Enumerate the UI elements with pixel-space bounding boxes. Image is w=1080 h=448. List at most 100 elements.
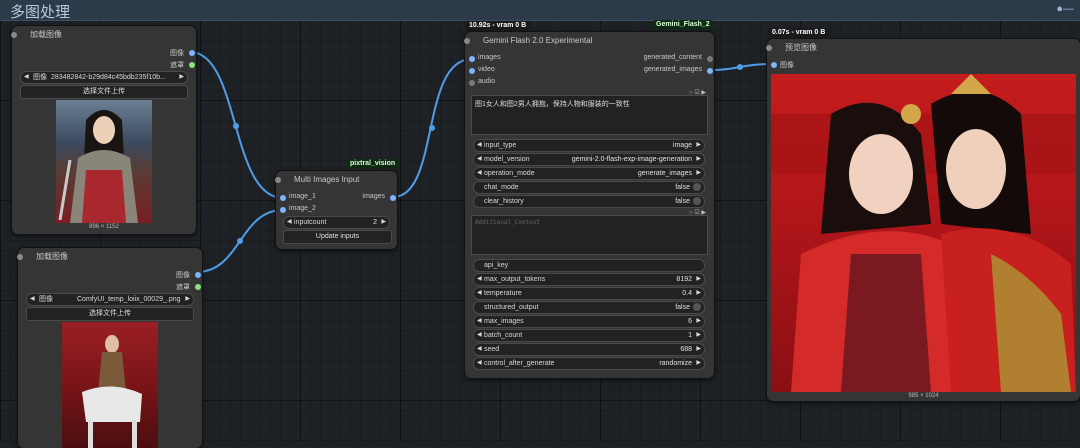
inputcount-widget[interactable]: ◀ inputcount 2 ▶ bbox=[283, 216, 390, 229]
output-mask-pin[interactable] bbox=[189, 62, 195, 68]
api-key-field[interactable]: api_key bbox=[473, 259, 705, 272]
image-combo-value: 283482842-b29d84c45bdb235f10b... bbox=[51, 74, 166, 81]
collapse-dot-icon[interactable] bbox=[11, 32, 17, 38]
generated-image-preview bbox=[771, 74, 1076, 392]
widget-value: generate_images bbox=[637, 170, 692, 177]
upload-button[interactable]: 选择文件上传 bbox=[20, 85, 188, 99]
arrow-left-icon[interactable]: ◀ bbox=[477, 168, 482, 179]
node-header[interactable]: 加载图像 bbox=[17, 248, 202, 266]
preview-image-node[interactable]: 预览图像 图像 985 × 1024 bbox=[766, 39, 1080, 401]
widget-value: false bbox=[675, 184, 690, 191]
arrow-left-icon[interactable]: ◀ bbox=[24, 72, 29, 83]
image-select-combo[interactable]: ◀ 图像 ComfyUI_temp_loiix_00029_.png ▶ bbox=[26, 293, 194, 306]
input-type-combo[interactable]: ◀ input_type image ▶ bbox=[473, 139, 705, 152]
input-audio-pin[interactable] bbox=[469, 80, 475, 86]
widget-value: randomize bbox=[659, 360, 692, 367]
arrow-left-icon[interactable]: ◀ bbox=[477, 358, 482, 369]
control-after-generate-combo[interactable]: ◀ control_after_generate randomize ▶ bbox=[473, 357, 705, 370]
arrow-left-icon[interactable]: ◀ bbox=[30, 294, 35, 305]
arrow-left-icon[interactable]: ◀ bbox=[477, 316, 482, 327]
widget-label: clear_history bbox=[484, 198, 524, 205]
loaded-image-preview bbox=[56, 100, 152, 223]
chat-mode-toggle[interactable]: chat_mode false bbox=[473, 181, 705, 194]
widget-value: gemini-2.0-flash-exp-image-generation bbox=[571, 156, 692, 163]
loaded-image-preview bbox=[62, 322, 158, 448]
toggle-knob[interactable] bbox=[693, 183, 701, 191]
arrow-right-icon[interactable]: ▶ bbox=[381, 217, 386, 228]
input-image1-pin[interactable] bbox=[280, 195, 286, 201]
output-images-label: images bbox=[362, 193, 385, 200]
arrow-right-icon[interactable]: ▶ bbox=[696, 140, 701, 151]
input-images-pin[interactable] bbox=[469, 56, 475, 62]
upload-button[interactable]: 选择文件上传 bbox=[26, 307, 194, 321]
model-version-combo[interactable]: ◀ model_version gemini-2.0-flash-exp-ima… bbox=[473, 153, 705, 166]
output-image-pin[interactable] bbox=[195, 272, 201, 278]
execution-time-badge: 10.92s - vram 0 B bbox=[465, 21, 531, 30]
max-output-tokens-number[interactable]: ◀ max_output_tokens 8192 ▶ bbox=[473, 273, 705, 286]
input-image-pin[interactable] bbox=[771, 62, 777, 68]
prompt-textarea[interactable]: 图1女人和图2男人拥抱，保持人物和服装的一致性 bbox=[471, 95, 708, 135]
toggle-knob[interactable] bbox=[693, 197, 701, 205]
arrow-left-icon[interactable]: ◀ bbox=[477, 288, 482, 299]
arrow-right-icon[interactable]: ▶ bbox=[179, 72, 184, 83]
arrow-right-icon[interactable]: ▶ bbox=[696, 154, 701, 165]
arrow-left-icon[interactable]: ◀ bbox=[477, 344, 482, 355]
arrow-right-icon[interactable]: ▶ bbox=[696, 330, 701, 341]
output-content-pin[interactable] bbox=[707, 56, 713, 62]
operation-mode-combo[interactable]: ◀ operation_mode generate_images ▶ bbox=[473, 167, 705, 180]
arrow-right-icon[interactable]: ▶ bbox=[696, 168, 701, 179]
seed-number[interactable]: ◀ seed 688 ▶ bbox=[473, 343, 705, 356]
node-badge: pixtral_vision bbox=[346, 159, 400, 168]
multi-images-input-node[interactable]: Multi Images Input image_1 image_2 image… bbox=[275, 171, 397, 249]
arrow-right-icon[interactable]: ▶ bbox=[696, 288, 701, 299]
arrow-right-icon[interactable]: ▶ bbox=[696, 358, 701, 369]
additional-context-textarea[interactable]: Additional_Context bbox=[471, 215, 708, 255]
collapse-dot-icon[interactable] bbox=[17, 254, 23, 260]
widget-label: structured_output bbox=[484, 304, 539, 311]
image-select-combo[interactable]: ◀ 图像 283482842-b29d84c45bdb235f10b... ▶ bbox=[20, 71, 188, 84]
collapse-dot-icon[interactable] bbox=[766, 45, 772, 51]
batch-count-number[interactable]: ◀ batch_count 1 ▶ bbox=[473, 329, 705, 342]
load-image-node-2[interactable]: 加载图像 图像 遮罩 ◀ 图像 ComfyUI_temp_loiix_00029… bbox=[17, 248, 202, 448]
arrow-right-icon[interactable]: ▶ bbox=[696, 274, 701, 285]
node-header[interactable]: Gemini Flash 2.0 Experimental bbox=[464, 32, 714, 50]
widget-value: image bbox=[672, 142, 692, 149]
output-images-label: generated_images bbox=[644, 66, 702, 73]
arrow-left-icon[interactable]: ◀ bbox=[477, 154, 482, 165]
arrow-left-icon[interactable]: ◀ bbox=[477, 330, 482, 341]
arrow-left-icon[interactable]: ◀ bbox=[287, 217, 292, 228]
widget-label: max_output_tokens bbox=[484, 276, 546, 283]
update-inputs-button[interactable]: Update inputs bbox=[283, 230, 392, 244]
widget-label: operation_mode bbox=[484, 170, 535, 177]
input-image2-pin[interactable] bbox=[280, 207, 286, 213]
widget-label: model_version bbox=[484, 156, 530, 163]
node-header[interactable]: Multi Images Input bbox=[275, 171, 397, 189]
gemini-flash-node[interactable]: Gemini Flash 2.0 Experimental images vid… bbox=[464, 32, 714, 378]
node-title: Multi Images Input bbox=[294, 175, 360, 184]
node-header[interactable]: 加载图像 bbox=[11, 26, 196, 44]
input-video-pin[interactable] bbox=[469, 68, 475, 74]
arrow-left-icon[interactable]: ◀ bbox=[477, 274, 482, 285]
node-header[interactable]: 预览图像 bbox=[766, 39, 1080, 57]
toggle-knob[interactable] bbox=[693, 303, 701, 311]
clear-history-toggle[interactable]: clear_history false bbox=[473, 195, 705, 208]
output-mask-label: 遮罩 bbox=[176, 284, 190, 291]
collapse-dot-icon[interactable] bbox=[464, 38, 470, 44]
max-images-number[interactable]: ◀ max_images 6 ▶ bbox=[473, 315, 705, 328]
output-images-pin[interactable] bbox=[707, 68, 713, 74]
temperature-number[interactable]: ◀ temperature 0.4 ▶ bbox=[473, 287, 705, 300]
widget-label: chat_mode bbox=[484, 184, 519, 191]
collapse-dot-icon[interactable] bbox=[275, 177, 281, 183]
output-images-pin[interactable] bbox=[390, 195, 396, 201]
output-image-pin[interactable] bbox=[189, 50, 195, 56]
structured-output-toggle[interactable]: structured_output false bbox=[473, 301, 705, 314]
arrow-left-icon[interactable]: ◀ bbox=[477, 140, 482, 151]
node-title: 加载图像 bbox=[36, 252, 68, 261]
widget-value: false bbox=[675, 198, 690, 205]
arrow-right-icon[interactable]: ▶ bbox=[696, 344, 701, 355]
arrow-right-icon[interactable]: ▶ bbox=[696, 316, 701, 327]
image-size-caption: 896 × 1152 bbox=[89, 224, 119, 230]
output-mask-pin[interactable] bbox=[195, 284, 201, 290]
arrow-right-icon[interactable]: ▶ bbox=[185, 294, 190, 305]
load-image-node-1[interactable]: 加载图像 图像 遮罩 ◀ 图像 283482842-b29d84c45bdb23… bbox=[11, 26, 196, 234]
